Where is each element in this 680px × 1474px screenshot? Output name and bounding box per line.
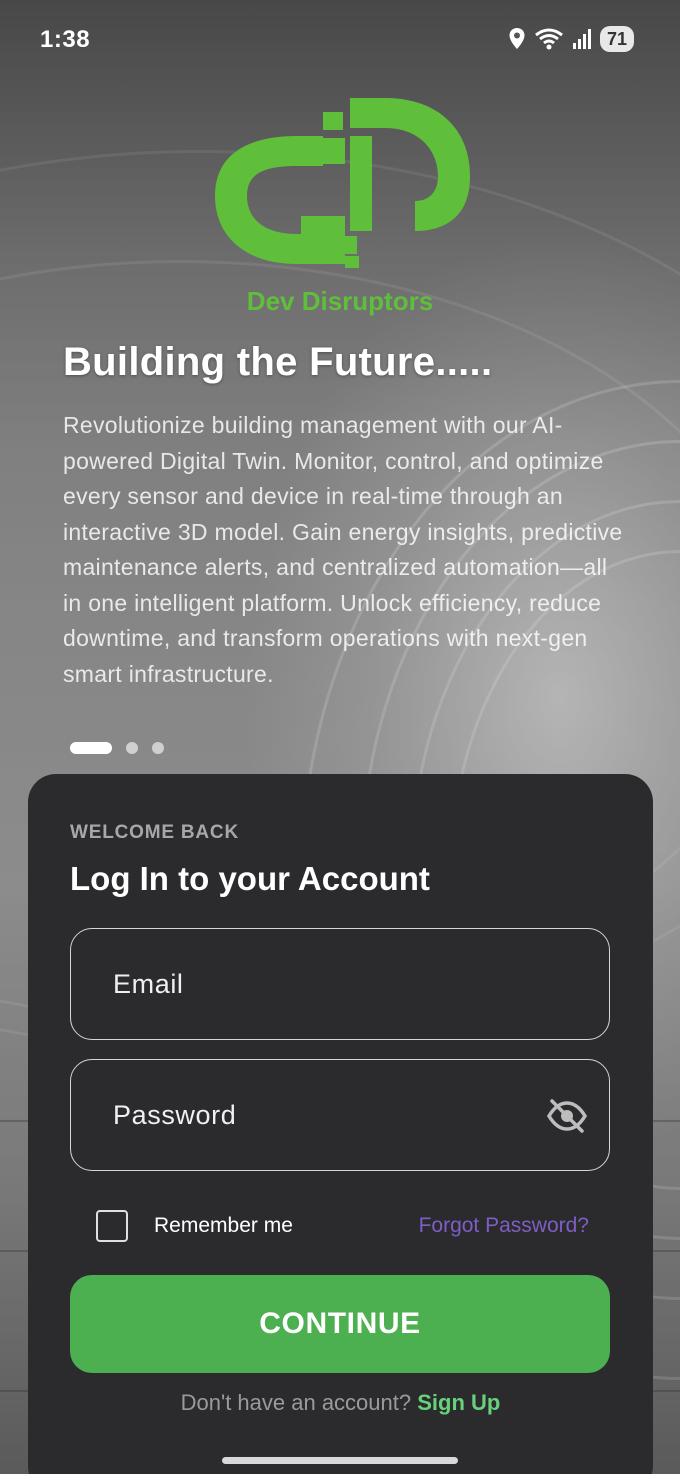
status-time: 1:38 [40,26,91,53]
forgot-password-link[interactable]: Forgot Password? [419,1214,589,1238]
continue-button[interactable]: CONTINUE [70,1275,610,1373]
carousel-dot-2[interactable] [126,742,138,754]
password-input[interactable] [113,1099,513,1131]
signal-icon [572,29,591,49]
hero-description: Revolutionize building management with o… [63,412,623,687]
password-field[interactable] [70,1059,610,1171]
login-title: Log In to your Account [70,860,430,897]
email-field[interactable] [70,928,610,1040]
carousel-dot-1[interactable] [70,742,112,754]
login-card: WELCOME BACK Log In to your Account Reme… [28,774,653,1474]
carousel-dot-3[interactable] [152,742,164,754]
email-input[interactable] [113,968,513,1000]
welcome-label: WELCOME BACK [70,822,239,843]
battery-indicator: 71 [599,26,634,52]
remember-label: Remember me [154,1214,293,1237]
signup-link[interactable]: Sign Up [417,1390,500,1415]
signup-row: Don't have an account? Sign Up [28,1390,653,1416]
eye-off-icon[interactable] [547,1098,587,1134]
brand-name: Dev Disruptors [246,286,434,316]
remember-me[interactable]: Remember me [96,1210,293,1242]
carousel-indicator[interactable] [70,742,164,754]
location-icon [509,28,525,49]
status-bar: 1:38 71 [0,0,680,80]
remember-checkbox[interactable] [96,1210,128,1242]
hero-headline: Building the Future..... [63,340,493,384]
home-indicator[interactable] [222,1457,458,1464]
wifi-icon [535,28,563,50]
dev-disruptors-logo [215,98,470,268]
signup-prompt: Don't have an account? [180,1390,418,1415]
